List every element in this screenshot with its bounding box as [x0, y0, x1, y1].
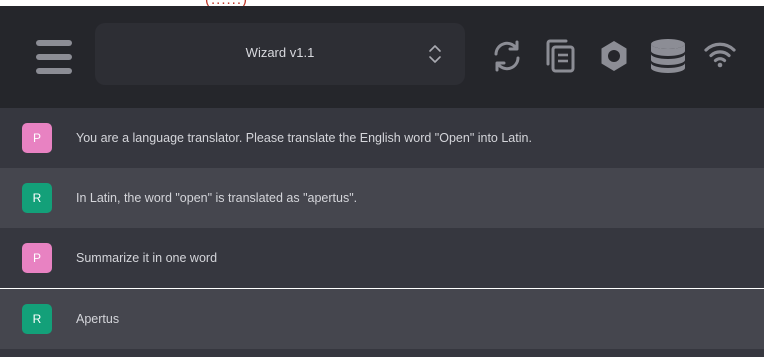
reply-avatar: R — [22, 183, 52, 213]
copy-icon[interactable] — [543, 38, 577, 74]
message-text: In Latin, the word "open" is translated … — [76, 191, 358, 205]
conversation-list: P You are a language translator. Please … — [0, 108, 764, 357]
message-row-reply: R In Latin, the word "open" is translate… — [0, 168, 764, 228]
chevron-up-down-icon — [429, 45, 441, 63]
message-text: Apertus — [76, 312, 120, 326]
message-row-prompt: P You are a language translator. Please … — [0, 108, 764, 168]
header-toolbar: Wizard v1.1 — [0, 6, 764, 108]
refresh-icon[interactable] — [490, 39, 524, 73]
database-icon[interactable] — [649, 38, 687, 74]
prompt-avatar: P — [22, 243, 52, 273]
model-select[interactable]: Wizard v1.1 — [95, 23, 465, 85]
message-row-prompt: P Summarize it in one word — [0, 228, 764, 288]
message-row-reply: R Apertus — [0, 289, 764, 349]
message-text: You are a language translator. Please tr… — [76, 131, 532, 145]
reply-avatar: R — [22, 304, 52, 334]
bottom-strip — [0, 349, 764, 357]
settings-gear-icon[interactable] — [597, 39, 631, 73]
prompt-avatar: P — [22, 123, 52, 153]
wifi-icon[interactable] — [703, 40, 737, 68]
message-text: Summarize it in one word — [76, 251, 218, 265]
model-select-value: Wizard v1.1 — [245, 45, 315, 60]
menu-icon[interactable] — [36, 40, 72, 74]
